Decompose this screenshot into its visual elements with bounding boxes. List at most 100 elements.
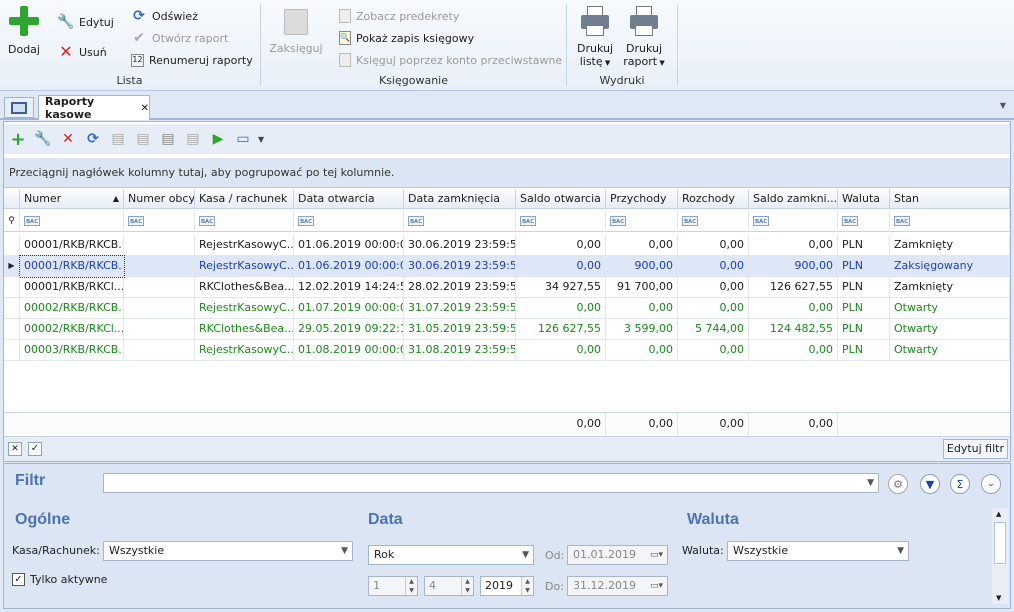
post-button[interactable]: Zaksięguj bbox=[266, 9, 326, 59]
table-row[interactable]: 00001/RKB/RKCB... RejestrKasowyC... 01.06.… bbox=[4, 235, 1010, 256]
cell-numer[interactable]: 00002/RKB/RKCB... bbox=[20, 298, 124, 319]
cell-stan[interactable]: Otwarty bbox=[890, 340, 1010, 361]
kasa-select[interactable]: Wszystkie ▼ bbox=[103, 541, 353, 561]
cell-waluta[interactable]: PLN bbox=[838, 340, 890, 361]
sigma-icon[interactable]: Σ bbox=[950, 474, 970, 494]
cell-otw[interactable]: 01.06.2019 00:00:00 bbox=[294, 235, 404, 256]
filter-enabled-checkbox[interactable]: ✓ bbox=[28, 442, 42, 456]
filter-cell[interactable]: ʙᴀᴄ bbox=[20, 210, 124, 232]
filter-cell[interactable]: ʙᴀᴄ bbox=[890, 210, 1010, 232]
table-row[interactable]: 00002/RKB/RKCl... RKClothes&Bea... 29.05.2… bbox=[4, 319, 1010, 340]
period-select[interactable]: Rok ▼ bbox=[368, 545, 534, 565]
cell-rozch[interactable]: 0,00 bbox=[678, 298, 749, 319]
filter-scrollbar[interactable]: ▲ ▼ bbox=[992, 508, 1008, 604]
header-kasa[interactable]: Kasa / rachunek bbox=[195, 189, 294, 209]
cell-obcy[interactable] bbox=[124, 277, 195, 298]
filter-cell[interactable]: ʙᴀᴄ bbox=[678, 210, 749, 232]
cell-kasa[interactable]: RejestrKasowyC... bbox=[195, 256, 294, 277]
cell-rozch[interactable]: 0,00 bbox=[678, 277, 749, 298]
cell-zam[interactable]: 28.02.2019 23:59:59 bbox=[404, 277, 516, 298]
cell-zam[interactable]: 31.08.2019 23:59:59 bbox=[404, 340, 516, 361]
filter-cell[interactable]: ʙᴀᴄ bbox=[294, 210, 404, 232]
table-row[interactable]: ▶ 00001/RKB/RKCB... RejestrKasowyC... 01.06… bbox=[4, 255, 1010, 278]
print-list-button[interactable]: Drukuj listę ▼ bbox=[572, 6, 618, 70]
export-icon[interactable]: ▭ bbox=[233, 129, 253, 149]
filter-cell[interactable]: ʙᴀᴄ bbox=[606, 210, 678, 232]
scroll-down-icon[interactable]: ▼ bbox=[996, 594, 1001, 602]
cell-saldo_zam[interactable]: 0,00 bbox=[749, 340, 838, 361]
delete-button[interactable]: ✕ Usuń bbox=[58, 43, 106, 61]
row-indicator[interactable]: ▶ bbox=[4, 256, 20, 277]
wrench-icon[interactable]: 🔧 bbox=[33, 129, 53, 149]
cell-waluta[interactable]: PLN bbox=[838, 235, 890, 256]
cell-saldo_zam[interactable]: 900,00 bbox=[749, 256, 838, 277]
cell-przych[interactable]: 0,00 bbox=[606, 235, 678, 256]
home-tab[interactable] bbox=[4, 97, 34, 118]
header-numer[interactable]: Numer ▲ bbox=[20, 189, 124, 209]
cell-numer[interactable]: 00001/RKB/RKCB... bbox=[20, 235, 124, 256]
cell-obcy[interactable] bbox=[124, 340, 195, 361]
period-spinner-1[interactable]: 1 ▲ ▼ bbox=[368, 576, 418, 596]
cell-stan[interactable]: Zamknięty bbox=[890, 235, 1010, 256]
document-icon[interactable]: ▤ bbox=[133, 129, 153, 149]
cell-rozch[interactable]: 0,00 bbox=[678, 256, 749, 277]
scroll-thumb[interactable] bbox=[994, 522, 1006, 564]
delete-icon[interactable]: ✕ bbox=[58, 129, 78, 149]
funnel-icon[interactable]: ▼ bbox=[920, 474, 940, 494]
cell-saldo_otw[interactable]: 34 927,55 bbox=[516, 277, 606, 298]
cell-kasa[interactable]: RejestrKasowyC... bbox=[195, 298, 294, 319]
header-waluta[interactable]: Waluta bbox=[838, 189, 890, 209]
cell-saldo_otw[interactable]: 126 627,55 bbox=[516, 319, 606, 340]
cell-saldo_zam[interactable]: 0,00 bbox=[749, 298, 838, 319]
filter-cell[interactable]: ʙᴀᴄ bbox=[195, 210, 294, 232]
filter-cell[interactable]: ʙᴀᴄ bbox=[749, 210, 838, 232]
cell-numer[interactable]: 00001/RKB/RKCl... bbox=[20, 277, 124, 298]
header-stan[interactable]: Stan bbox=[890, 189, 1010, 209]
cell-obcy[interactable] bbox=[124, 256, 195, 277]
cell-otw[interactable]: 01.06.2019 00:00:00 bbox=[294, 256, 404, 277]
filter-cell[interactable]: ʙᴀᴄ bbox=[838, 210, 890, 232]
cell-saldo_otw[interactable]: 0,00 bbox=[516, 235, 606, 256]
document-search-icon[interactable]: ▤ bbox=[158, 129, 178, 149]
cell-kasa[interactable]: RejestrKasowyC... bbox=[195, 340, 294, 361]
print-report-button[interactable]: Drukuj raport ▼ bbox=[620, 6, 668, 70]
show-entry-button[interactable]: 🔍 Pokaż zapis księgowy bbox=[339, 29, 474, 47]
post-contra-button[interactable]: Księguj poprzez konto przeciwstawne bbox=[339, 51, 562, 69]
date-to-input[interactable]: 31.12.2019 ▭▾ bbox=[567, 576, 668, 596]
table-row[interactable]: 00001/RKB/RKCl... RKClothes&Bea... 12.02.2… bbox=[4, 277, 1010, 298]
refresh-button[interactable]: ⟳ Odśwież bbox=[131, 7, 198, 25]
row-indicator[interactable] bbox=[4, 235, 20, 256]
cell-kasa[interactable]: RejestrKasowyC... bbox=[195, 235, 294, 256]
cell-przych[interactable]: 91 700,00 bbox=[606, 277, 678, 298]
active-only-checkbox[interactable]: ✓ bbox=[12, 573, 25, 586]
filter-cell[interactable]: ʙᴀᴄ bbox=[404, 210, 516, 232]
gear-icon[interactable]: ⚙ bbox=[888, 474, 908, 494]
row-indicator[interactable] bbox=[4, 319, 20, 340]
header-rozchody[interactable]: Rozchody bbox=[678, 189, 749, 209]
add-icon[interactable]: + bbox=[8, 129, 28, 150]
cell-zam[interactable]: 30.06.2019 23:59:59 bbox=[404, 235, 516, 256]
row-indicator[interactable] bbox=[4, 340, 20, 361]
cell-saldo_zam[interactable]: 124 482,55 bbox=[749, 319, 838, 340]
cell-saldo_otw[interactable]: 0,00 bbox=[516, 256, 606, 277]
cell-saldo_otw[interactable]: 0,00 bbox=[516, 340, 606, 361]
cell-numer[interactable]: 00002/RKB/RKCl... bbox=[20, 319, 124, 340]
play-icon[interactable]: ▶ bbox=[208, 129, 228, 149]
open-report-button[interactable]: ✔ Otwórz raport bbox=[131, 29, 228, 47]
cell-rozch[interactable]: 0,00 bbox=[678, 340, 749, 361]
cell-waluta[interactable]: PLN bbox=[838, 298, 890, 319]
cell-zam[interactable]: 31.07.2019 23:59:59 bbox=[404, 298, 516, 319]
chevron-down-icon[interactable]: ▼ bbox=[258, 135, 264, 144]
cell-rozch[interactable]: 5 744,00 bbox=[678, 319, 749, 340]
cell-przych[interactable]: 0,00 bbox=[606, 340, 678, 361]
scroll-up-icon[interactable]: ▲ bbox=[996, 510, 1001, 518]
document-icon[interactable]: ▤ bbox=[108, 129, 128, 149]
cell-rozch[interactable]: 0,00 bbox=[678, 235, 749, 256]
cell-obcy[interactable] bbox=[124, 235, 195, 256]
year-spinner[interactable]: 2019 ▲ ▼ bbox=[480, 576, 534, 596]
cell-obcy[interactable] bbox=[124, 319, 195, 340]
group-by-panel[interactable]: Przeciągnij nagłówek kolumny tutaj, aby … bbox=[4, 158, 1010, 188]
cell-saldo_zam[interactable]: 126 627,55 bbox=[749, 277, 838, 298]
header-numer-obcy[interactable]: Numer obcy bbox=[124, 189, 195, 209]
edit-button[interactable]: 🔧 Edytuj bbox=[57, 13, 114, 31]
